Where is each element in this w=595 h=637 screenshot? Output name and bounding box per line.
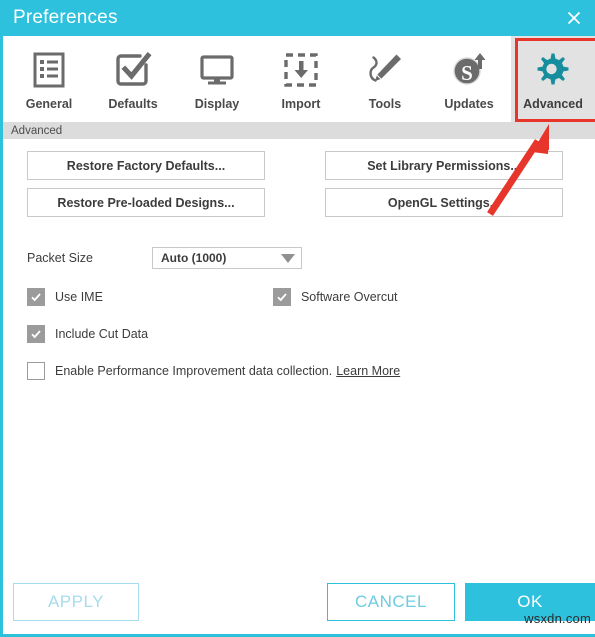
tab-defaults-label: Defaults bbox=[108, 97, 158, 111]
packet-size-select[interactable]: Auto (1000) bbox=[152, 247, 302, 269]
empty-checkbox-icon bbox=[27, 362, 45, 380]
gear-icon bbox=[533, 46, 573, 94]
close-icon[interactable] bbox=[561, 5, 587, 31]
checkmark-icon bbox=[27, 325, 45, 343]
tab-updates-label: Updates bbox=[444, 97, 494, 111]
pen-tool-icon bbox=[366, 46, 404, 94]
tab-defaults[interactable]: Defaults bbox=[91, 36, 175, 122]
checkbox-include-cut-data-label: Include Cut Data bbox=[55, 327, 149, 341]
tab-general-label: General bbox=[25, 97, 73, 111]
packet-size-row: Packet Size Auto (1000) bbox=[3, 247, 595, 269]
advanced-panel: Restore Factory Defaults... Restore Pre-… bbox=[3, 139, 595, 574]
tab-bar: General Defaults Display Import Tools S … bbox=[3, 36, 595, 122]
checkbox-row-1: Use IME Software Overcut bbox=[3, 288, 595, 306]
opengl-settings-button[interactable]: OpenGL Settings... bbox=[325, 188, 563, 217]
checkbox-software-overcut[interactable]: Software Overcut bbox=[272, 288, 398, 306]
tab-tools-label: Tools bbox=[368, 97, 402, 111]
tab-import-label: Import bbox=[281, 97, 321, 111]
tab-import[interactable]: Import bbox=[259, 36, 343, 122]
tab-advanced[interactable]: Advanced bbox=[511, 36, 595, 122]
checkmark-icon bbox=[272, 288, 291, 306]
svg-text:S: S bbox=[461, 61, 473, 85]
checkbox-software-overcut-label: Software Overcut bbox=[300, 290, 398, 304]
page-title: Preferences bbox=[13, 7, 118, 28]
tab-advanced-label: Advanced bbox=[523, 97, 583, 111]
checkbox-row-2: Include Cut Data bbox=[3, 325, 595, 343]
monitor-icon bbox=[198, 46, 236, 94]
restore-factory-defaults-button[interactable]: Restore Factory Defaults... bbox=[27, 151, 265, 180]
list-document-icon bbox=[30, 46, 68, 94]
checkbox-use-ime-label: Use IME bbox=[55, 290, 103, 304]
tab-updates[interactable]: S Updates bbox=[427, 36, 511, 122]
checkbox-use-ime[interactable]: Use IME bbox=[27, 288, 103, 306]
action-buttons-left: Restore Factory Defaults... Restore Pre-… bbox=[27, 151, 265, 217]
breadcrumb: Advanced bbox=[3, 122, 595, 139]
title-bar: Preferences bbox=[3, 0, 595, 36]
checkbox-include-cut-data[interactable]: Include Cut Data bbox=[27, 325, 148, 343]
breadcrumb-label: Advanced bbox=[11, 124, 63, 137]
apply-button[interactable]: APPLY bbox=[13, 583, 139, 621]
tab-display-label: Display bbox=[194, 97, 240, 111]
checkbox-performance-improvement-label: Enable Performance Improvement data coll… bbox=[55, 364, 333, 378]
restore-preloaded-designs-button[interactable]: Restore Pre-loaded Designs... bbox=[27, 188, 265, 217]
tab-general[interactable]: General bbox=[7, 36, 91, 122]
watermark: wsxdn.com bbox=[524, 611, 591, 626]
cancel-button[interactable]: CANCEL bbox=[327, 583, 455, 621]
set-library-permissions-button[interactable]: Set Library Permissions... bbox=[325, 151, 563, 180]
learn-more-link[interactable]: Learn More bbox=[336, 364, 400, 378]
updates-s-arrow-icon: S bbox=[450, 46, 488, 94]
tab-display[interactable]: Display bbox=[175, 36, 259, 122]
checkbox-performance-improvement[interactable]: Enable Performance Improvement data coll… bbox=[27, 362, 332, 380]
tab-tools[interactable]: Tools bbox=[343, 36, 427, 122]
dialog-footer: APPLY CANCEL OK bbox=[3, 573, 595, 631]
preferences-dialog: Preferences General Defaults Display Imp… bbox=[0, 0, 595, 637]
action-buttons-grid: Restore Factory Defaults... Restore Pre-… bbox=[3, 151, 595, 217]
import-download-icon bbox=[282, 46, 320, 94]
checkmark-icon bbox=[27, 288, 45, 306]
chevron-down-icon bbox=[281, 253, 295, 263]
action-buttons-right: Set Library Permissions... OpenGL Settin… bbox=[325, 151, 563, 217]
packet-size-value: Auto (1000) bbox=[161, 251, 227, 265]
packet-size-label: Packet Size bbox=[27, 251, 94, 265]
checkbox-check-icon bbox=[114, 46, 152, 94]
checkbox-row-3: Enable Performance Improvement data coll… bbox=[3, 362, 595, 380]
